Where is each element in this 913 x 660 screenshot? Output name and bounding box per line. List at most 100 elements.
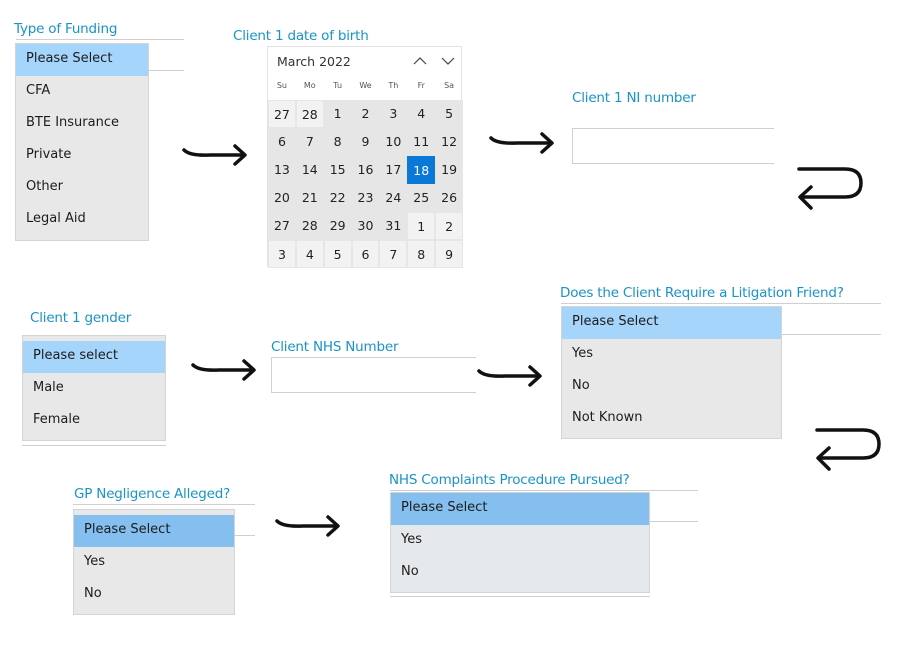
calendar-day[interactable]: 3	[379, 100, 407, 128]
calendar-week-row: 3456789	[268, 240, 464, 268]
arrow-right-icon	[477, 365, 542, 387]
calendar-day[interactable]: 4	[407, 100, 435, 128]
calendar-day[interactable]: 13	[268, 156, 296, 184]
calendar-day[interactable]: 6	[268, 128, 296, 156]
calendar-day-outside-month[interactable]: 27	[268, 100, 296, 128]
calendar-day[interactable]: 28	[296, 212, 324, 240]
calendar-day[interactable]: 27	[268, 212, 296, 240]
calendar-month-title[interactable]: March 2022	[277, 54, 351, 69]
chevron-down-icon[interactable]	[437, 50, 459, 72]
calendar-day-outside-month[interactable]: 5	[323, 240, 352, 268]
nhs-complaints-dropdown-list: Please Select Yes No	[390, 492, 650, 593]
gp-field-top-border	[73, 504, 255, 505]
litigation-option[interactable]: Not Known	[562, 403, 781, 435]
calendar-day-outside-month[interactable]: 2	[435, 212, 464, 240]
calendar-day-outside-month[interactable]: 28	[295, 100, 324, 128]
calendar-day[interactable]: 5	[435, 100, 463, 128]
complaints-field-top-border	[390, 490, 698, 491]
calendar-day-outside-month[interactable]: 4	[295, 240, 324, 268]
weekday-label: Th	[388, 81, 399, 90]
gender-option[interactable]: Please select	[23, 341, 165, 373]
calendar-day[interactable]: 24	[379, 184, 407, 212]
weekday-label: Fr	[417, 81, 425, 90]
funding-option[interactable]: BTE Insurance	[16, 108, 148, 140]
calendar-week-row: 13 14 15 16 17 18 19	[268, 156, 463, 184]
litigation-option[interactable]: No	[562, 371, 781, 403]
funding-option[interactable]: Legal Aid	[16, 204, 148, 236]
calendar-day[interactable]: 26	[435, 184, 463, 212]
gp-option[interactable]: Please Select	[74, 515, 234, 547]
date-picker-calendar: March 2022 Su Mo Tu We Th Fr Sa 27 28 1 2 3 4…	[267, 46, 464, 268]
calendar-day[interactable]: 12	[435, 128, 463, 156]
calendar-day[interactable]: 30	[352, 212, 380, 240]
calendar-week-row: 20 21 22 23 24 25 26	[268, 184, 463, 212]
calendar-weekday-header: Su Mo Tu We Th Fr Sa	[268, 81, 463, 90]
calendar-week-row: 6 7 8 9 10 11 12	[268, 128, 463, 156]
nhs-number-label: Client NHS Number	[271, 339, 399, 355]
ni-number-input[interactable]	[572, 128, 774, 164]
ni-number-label: Client 1 NI number	[572, 90, 696, 106]
arrow-right-icon	[191, 359, 256, 381]
calendar-day[interactable]: 8	[324, 128, 352, 156]
calendar-day[interactable]: 1	[324, 100, 352, 128]
funding-option[interactable]: Other	[16, 172, 148, 204]
weekday-label: Su	[276, 81, 287, 90]
litigation-friend-label: Does the Client Require a Litigation Fri…	[560, 285, 844, 301]
calendar-day[interactable]: 25	[407, 184, 435, 212]
gp-negligence-dropdown-list: Please Select Yes No	[73, 509, 235, 615]
calendar-day[interactable]: 20	[268, 184, 296, 212]
calendar-day[interactable]: 7	[296, 128, 324, 156]
calendar-day[interactable]: 15	[324, 156, 352, 184]
calendar-day[interactable]: 21	[296, 184, 324, 212]
calendar-day-outside-month[interactable]: 6	[351, 240, 380, 268]
calendar-week-row: 27 28 29 30 31 1 2	[268, 212, 464, 240]
gp-option[interactable]: No	[74, 579, 234, 611]
calendar-day[interactable]: 17	[379, 156, 407, 184]
calendar-day-outside-month[interactable]: 8	[407, 240, 436, 268]
funding-option[interactable]: Private	[16, 140, 148, 172]
calendar-day[interactable]: 11	[407, 128, 435, 156]
calendar-day[interactable]: 2	[352, 100, 380, 128]
complaints-field-lower-border	[390, 596, 650, 597]
chevron-up-icon[interactable]	[409, 50, 431, 72]
weekday-label: Tu	[333, 81, 343, 90]
funding-option[interactable]: Please Select	[16, 44, 148, 76]
funding-option[interactable]: CFA	[16, 76, 148, 108]
gender-label: Client 1 gender	[30, 310, 132, 326]
dob-label: Client 1 date of birth	[233, 28, 369, 44]
complaints-option[interactable]: No	[391, 557, 649, 589]
nhs-number-input[interactable]	[271, 357, 476, 393]
calendar-day[interactable]: 22	[324, 184, 352, 212]
complaints-field-bottom-border	[650, 521, 698, 522]
calendar-day[interactable]: 29	[324, 212, 352, 240]
gender-field-bottom-border	[22, 445, 166, 446]
weekday-label: Sa	[444, 81, 455, 90]
arrow-right-icon	[275, 515, 340, 537]
calendar-day[interactable]: 23	[352, 184, 380, 212]
gp-option[interactable]: Yes	[74, 547, 234, 579]
calendar-day-outside-month[interactable]: 1	[407, 212, 436, 240]
calendar-day[interactable]: 16	[352, 156, 380, 184]
gender-dropdown-list: Please select Male Female	[22, 335, 166, 441]
calendar-day[interactable]: 9	[352, 128, 380, 156]
calendar-day[interactable]: 10	[379, 128, 407, 156]
litigation-option[interactable]: Please Select	[562, 307, 781, 339]
return-arrow-icon	[797, 167, 863, 210]
litigation-option[interactable]: Yes	[562, 339, 781, 371]
litigation-field-bottom-border	[782, 334, 881, 335]
calendar-day[interactable]: 14	[296, 156, 324, 184]
calendar-day-outside-month[interactable]: 3	[268, 240, 296, 268]
calendar-day-outside-month[interactable]: 7	[379, 240, 408, 268]
complaints-option[interactable]: Yes	[391, 525, 649, 557]
gender-option[interactable]: Male	[23, 373, 165, 405]
complaints-option[interactable]: Please Select	[391, 493, 649, 525]
calendar-day-outside-month[interactable]: 9	[435, 240, 464, 268]
calendar-day-selected[interactable]: 18	[407, 156, 436, 184]
arrow-right-icon	[182, 144, 247, 166]
calendar-day[interactable]: 19	[435, 156, 463, 184]
nhs-complaints-label: NHS Complaints Procedure Pursued?	[389, 472, 630, 488]
calendar-day[interactable]: 31	[379, 212, 407, 240]
return-arrow-icon	[815, 428, 881, 471]
gender-option[interactable]: Female	[23, 405, 165, 437]
calendar-day-grid: 27 28 1 2 3 4 5 6 7 8 9 10 11 12 13 14 15 16 17 18 19 20 21 22 2…	[268, 100, 464, 268]
